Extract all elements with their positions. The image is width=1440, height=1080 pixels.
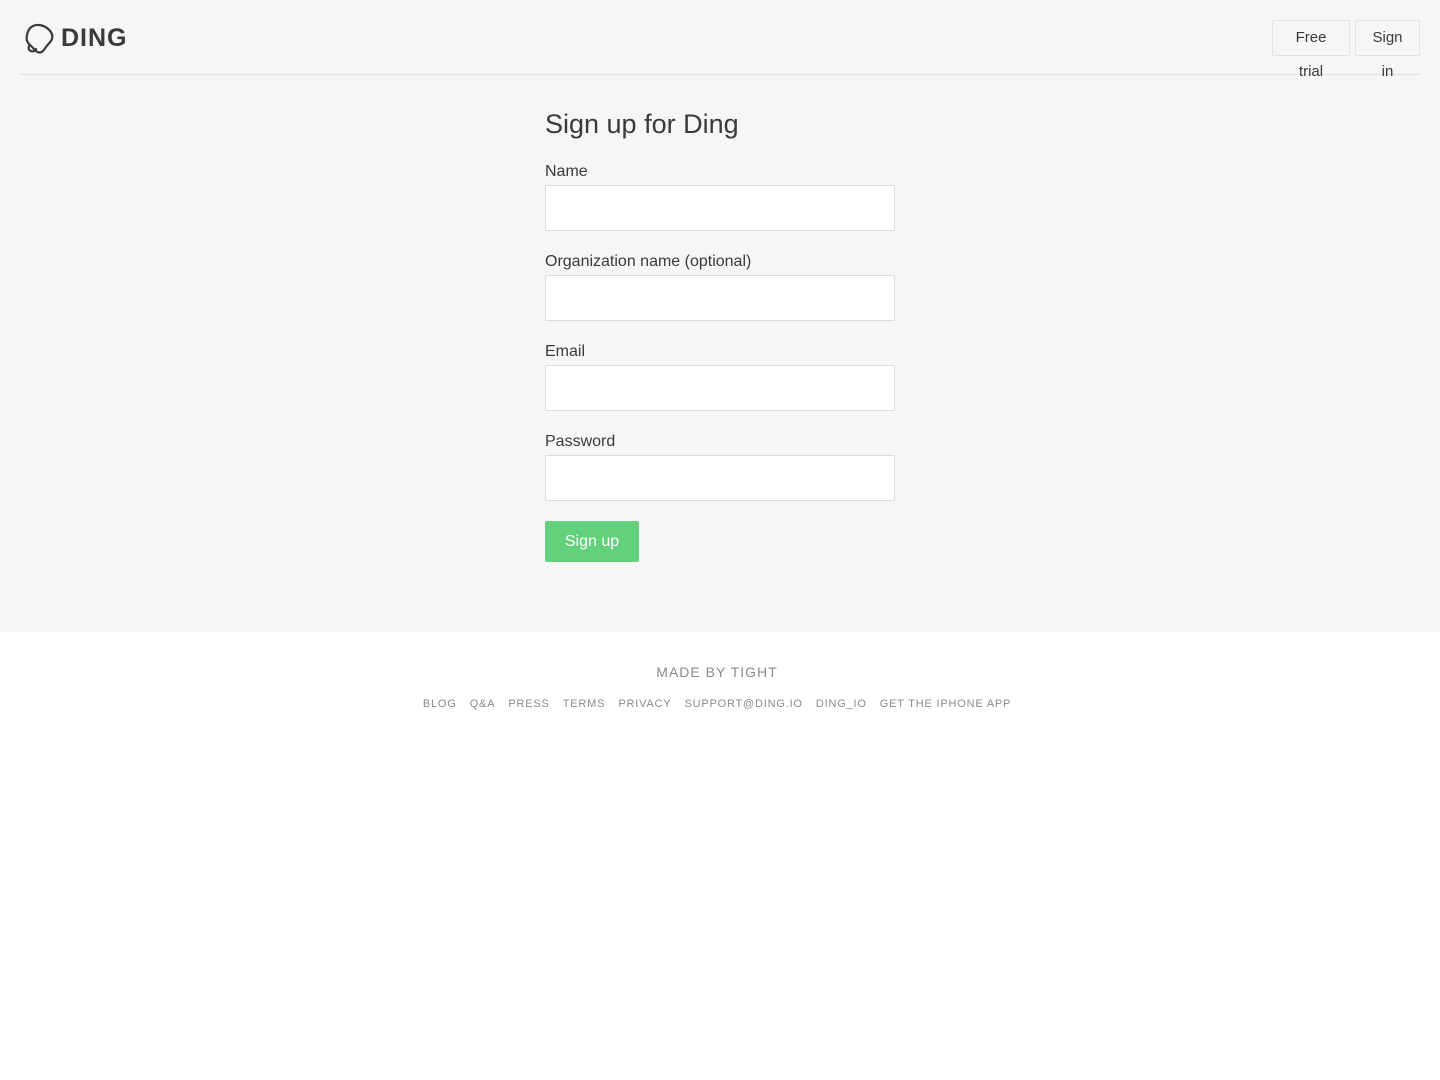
- site-header: DING Free trial Sign in: [20, 0, 1420, 80]
- footer-link-qa[interactable]: Q&A: [470, 696, 496, 712]
- made-by-credit[interactable]: MADE BY TIGHT: [0, 663, 1434, 681]
- name-field[interactable]: [545, 185, 895, 231]
- email-field[interactable]: [545, 365, 895, 411]
- bell-icon: [25, 23, 54, 54]
- password-field[interactable]: [545, 455, 895, 501]
- page-top-area: DING Free trial Sign in Sign up for Ding…: [0, 0, 1440, 632]
- organization-name-field[interactable]: [545, 275, 895, 321]
- sign-up-button[interactable]: Sign up: [545, 521, 639, 562]
- footer-link-iphone-app[interactable]: GET THE IPHONE APP: [880, 696, 1011, 712]
- footer-link-privacy[interactable]: PRIVACY: [618, 696, 671, 712]
- sign-in-button[interactable]: Sign in: [1355, 20, 1420, 80]
- page-title: Sign up for Ding: [545, 109, 739, 139]
- footer-link-blog[interactable]: BLOG: [423, 696, 457, 712]
- password-label: Password: [545, 433, 616, 450]
- footer-link-support-email[interactable]: SUPPORT@DING.IO: [684, 696, 802, 712]
- footer-links: BLOG Q&A PRESS TERMS PRIVACY SUPPORT@DIN…: [0, 696, 1434, 712]
- logo-link[interactable]: DING: [24, 22, 128, 54]
- free-trial-button[interactable]: Free trial: [1272, 20, 1350, 80]
- footer-link-terms[interactable]: TERMS: [563, 696, 606, 712]
- footer-link-press[interactable]: PRESS: [508, 696, 549, 712]
- email-label: Email: [545, 343, 586, 360]
- brand-name: DING: [61, 24, 128, 52]
- name-label: Name: [545, 163, 588, 180]
- organization-name-label: Organization name (optional): [545, 253, 752, 270]
- signup-form: Sign up for Ding Name Organization name …: [545, 104, 895, 562]
- footer-link-twitter[interactable]: DING_IO: [816, 696, 867, 712]
